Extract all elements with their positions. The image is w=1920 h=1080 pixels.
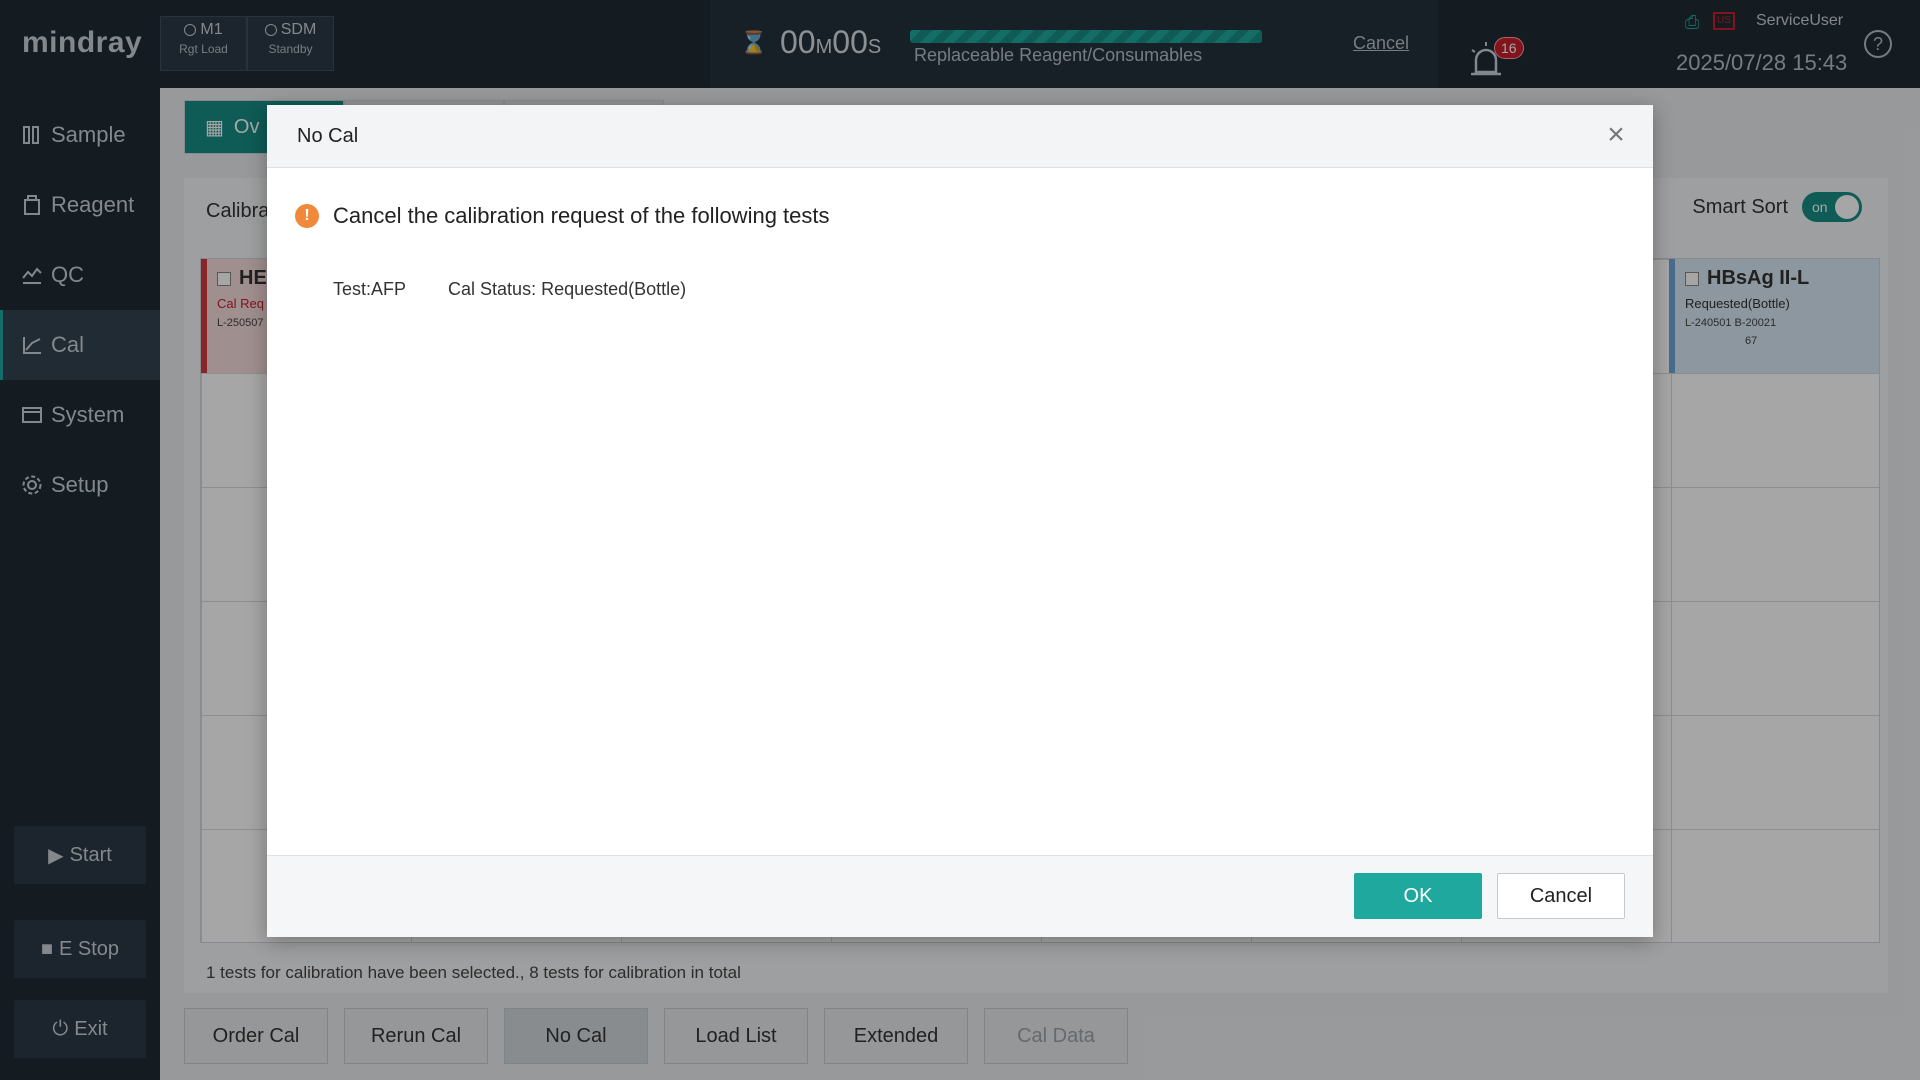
dialog-message-text: Cancel the calibration request of the fo… xyxy=(333,203,830,228)
cancel-button[interactable]: Cancel xyxy=(1497,873,1625,919)
test-name: Test:AFP xyxy=(333,279,407,299)
cal-status: Cal Status: Requested(Bottle) xyxy=(448,279,687,299)
dialog-test-row: Test:AFP Cal Status: Requested(Bottle) xyxy=(333,279,686,300)
dialog-title: No Cal xyxy=(297,124,359,147)
dialog-footer: OK Cancel xyxy=(267,855,1653,937)
dialog-message: ! Cancel the calibration request of the … xyxy=(295,203,830,229)
ok-button[interactable]: OK xyxy=(1354,873,1482,919)
dialog-header: No Cal × xyxy=(267,105,1653,168)
close-icon[interactable]: × xyxy=(1603,120,1629,150)
warning-icon: ! xyxy=(295,204,319,228)
no-cal-dialog: No Cal × ! Cancel the calibration reques… xyxy=(267,105,1653,937)
